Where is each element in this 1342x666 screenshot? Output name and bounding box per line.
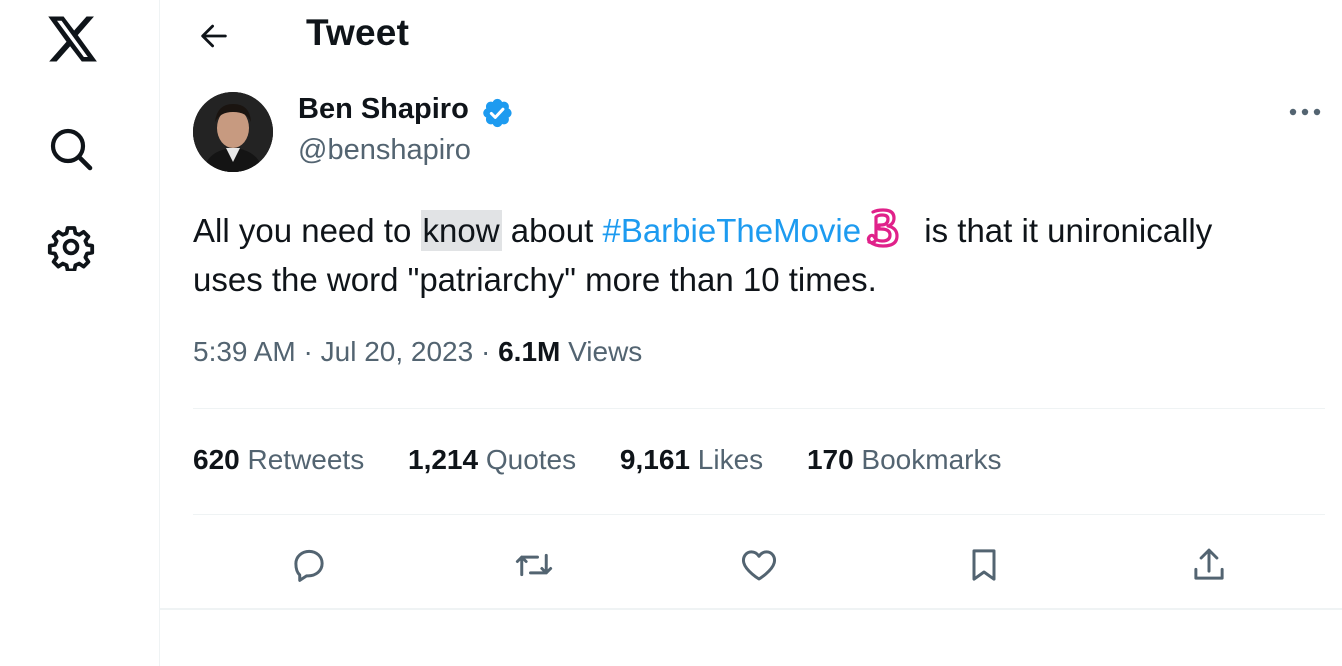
x-logo-icon[interactable] bbox=[36, 4, 106, 74]
page-header: Tweet bbox=[160, 0, 1342, 70]
engagement-stats: 620 Retweets 1,214 Quotes 9,161 Likes 17… bbox=[193, 444, 1037, 484]
search-icon[interactable] bbox=[36, 114, 106, 184]
tweet-date[interactable]: Jul 20, 2023 bbox=[321, 336, 474, 367]
settings-gear-icon[interactable] bbox=[36, 212, 106, 282]
divider bbox=[193, 514, 1325, 515]
tweet-text-segment: All you need to bbox=[193, 212, 421, 249]
stat-label: Likes bbox=[690, 444, 764, 475]
tweet-meta: 5:39 AM · Jul 20, 2023 · 6.1M Views bbox=[193, 336, 642, 368]
verified-badge-icon bbox=[480, 96, 514, 130]
tweet-text-segment: about bbox=[501, 212, 603, 249]
reply-icon[interactable] bbox=[278, 534, 340, 596]
hashtag-link[interactable]: #BarbieTheMovie bbox=[602, 212, 861, 249]
tweet-text: All you need to know about #BarbieTheMov… bbox=[193, 206, 1313, 304]
meta-separator: · bbox=[295, 336, 321, 367]
stat-count: 9,161 bbox=[619, 444, 690, 475]
tweet-text-line-1: All you need to know about #BarbieTheMov… bbox=[193, 206, 1313, 255]
page-title: Tweet bbox=[306, 12, 410, 53]
tweet-text-line-2: uses the word "patriarchy" more than 10 … bbox=[193, 261, 877, 298]
stat-bookmarks[interactable]: 170 Bookmarks bbox=[807, 444, 1002, 476]
like-heart-icon[interactable] bbox=[728, 534, 790, 596]
action-bar bbox=[160, 534, 1342, 596]
main-column: Tweet Ben Shapiro @benshapiro All you ne… bbox=[160, 0, 1342, 666]
meta-separator: · bbox=[473, 336, 499, 367]
tweet-page: Tweet Ben Shapiro @benshapiro All you ne… bbox=[0, 0, 1342, 666]
more-options-icon[interactable] bbox=[1275, 90, 1335, 134]
share-upload-icon[interactable] bbox=[1178, 534, 1240, 596]
author-display-name[interactable]: Ben Shapiro bbox=[298, 93, 469, 126]
stat-count: 170 bbox=[806, 444, 854, 475]
barbie-b-emoji-icon bbox=[861, 206, 905, 250]
author-handle[interactable]: @benshapiro bbox=[298, 134, 471, 167]
stat-label: Retweets bbox=[239, 444, 365, 475]
back-arrow-icon[interactable] bbox=[188, 10, 240, 62]
stat-count: 620 bbox=[193, 444, 240, 475]
divider bbox=[160, 608, 1342, 610]
stat-label: Quotes bbox=[478, 444, 577, 475]
views-label: Views bbox=[560, 336, 643, 367]
views-count: 6.1M bbox=[498, 336, 561, 367]
highlighted-word: know bbox=[420, 210, 502, 251]
divider bbox=[193, 408, 1325, 409]
tweet-text-segment: is that it unironically bbox=[915, 212, 1213, 249]
stat-likes[interactable]: 9,161 Likes bbox=[620, 444, 763, 476]
stat-label: Bookmarks bbox=[853, 444, 1002, 475]
stat-quotes[interactable]: 1,214 Quotes bbox=[408, 444, 576, 476]
tweet-time[interactable]: 5:39 AM bbox=[193, 336, 296, 367]
nav-rail bbox=[0, 0, 160, 666]
stat-count: 1,214 bbox=[408, 444, 479, 475]
avatar[interactable] bbox=[193, 92, 273, 172]
stat-retweets[interactable]: 620 Retweets bbox=[193, 444, 364, 476]
bookmark-icon[interactable] bbox=[953, 534, 1015, 596]
retweet-icon[interactable] bbox=[503, 534, 565, 596]
